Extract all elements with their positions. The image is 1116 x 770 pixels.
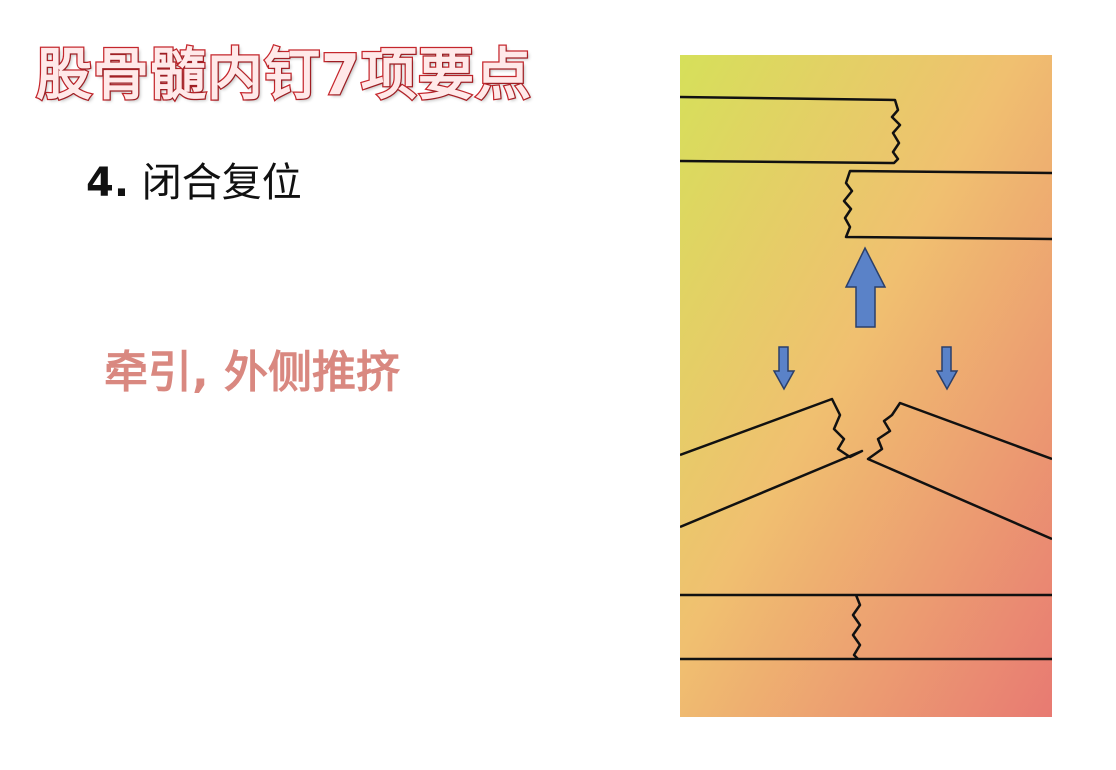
diagram-background <box>680 55 1052 717</box>
step-text: 闭合复位 <box>141 160 302 206</box>
reduction-method: 牵引, 外侧推挤 <box>104 347 401 398</box>
step-number: 4. <box>86 160 130 206</box>
slide: 股骨髓内钉7项要点 4. 闭合复位 牵引, 外侧推挤 <box>0 0 1116 770</box>
fracture-reduction-diagram <box>680 55 1052 717</box>
step-heading: 4. 闭合复位 <box>86 150 302 208</box>
slide-title: 股骨髓内钉7项要点 <box>35 42 532 110</box>
